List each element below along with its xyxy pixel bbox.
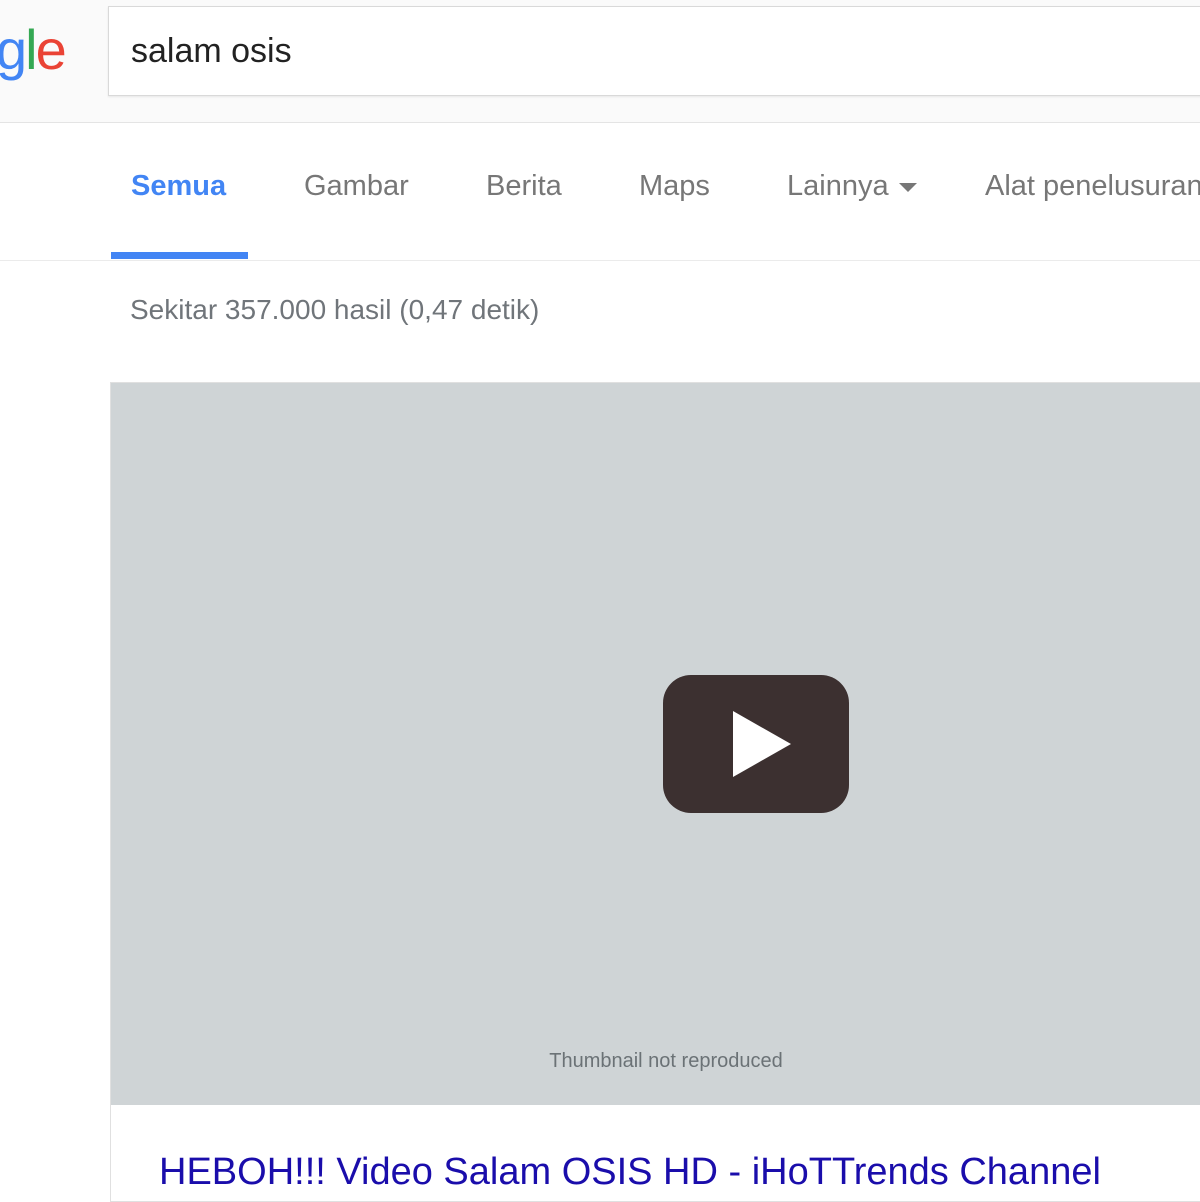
thumbnail-note: Thumbnail not reproduced (549, 1050, 783, 1072)
search-input[interactable] (109, 7, 1169, 95)
video-thumbnail-placeholder[interactable]: Thumbnail not reproduced (111, 383, 1200, 1105)
search-header: gle (0, 0, 1200, 123)
video-result-title-link[interactable]: HEBOH!!! Video Salam OSIS HD - iHoTTrend… (159, 1151, 1101, 1194)
video-result-card: Thumbnail not reproduced HEBOH!!! Video … (110, 382, 1200, 1202)
play-icon (733, 711, 791, 777)
tab-lainnya-label: Lainnya (787, 170, 889, 202)
tab-lainnya[interactable]: Lainnya (787, 170, 917, 203)
dropdown-caret-icon (898, 182, 917, 192)
search-box (108, 6, 1200, 96)
tab-alat-penelusuran[interactable]: Alat penelusuran (985, 170, 1200, 203)
search-tabs: Semua Gambar Berita Maps Lainnya Alat pe… (0, 122, 1200, 261)
play-button[interactable] (663, 675, 849, 813)
tab-berita[interactable]: Berita (486, 170, 562, 203)
tab-maps[interactable]: Maps (639, 170, 710, 203)
tab-semua[interactable]: Semua (131, 170, 226, 203)
result-stats: Sekitar 357.000 hasil (0,47 detik) (130, 294, 540, 325)
active-tab-indicator (111, 252, 248, 259)
tab-gambar[interactable]: Gambar (304, 170, 409, 203)
google-logo[interactable]: gle (0, 18, 67, 82)
